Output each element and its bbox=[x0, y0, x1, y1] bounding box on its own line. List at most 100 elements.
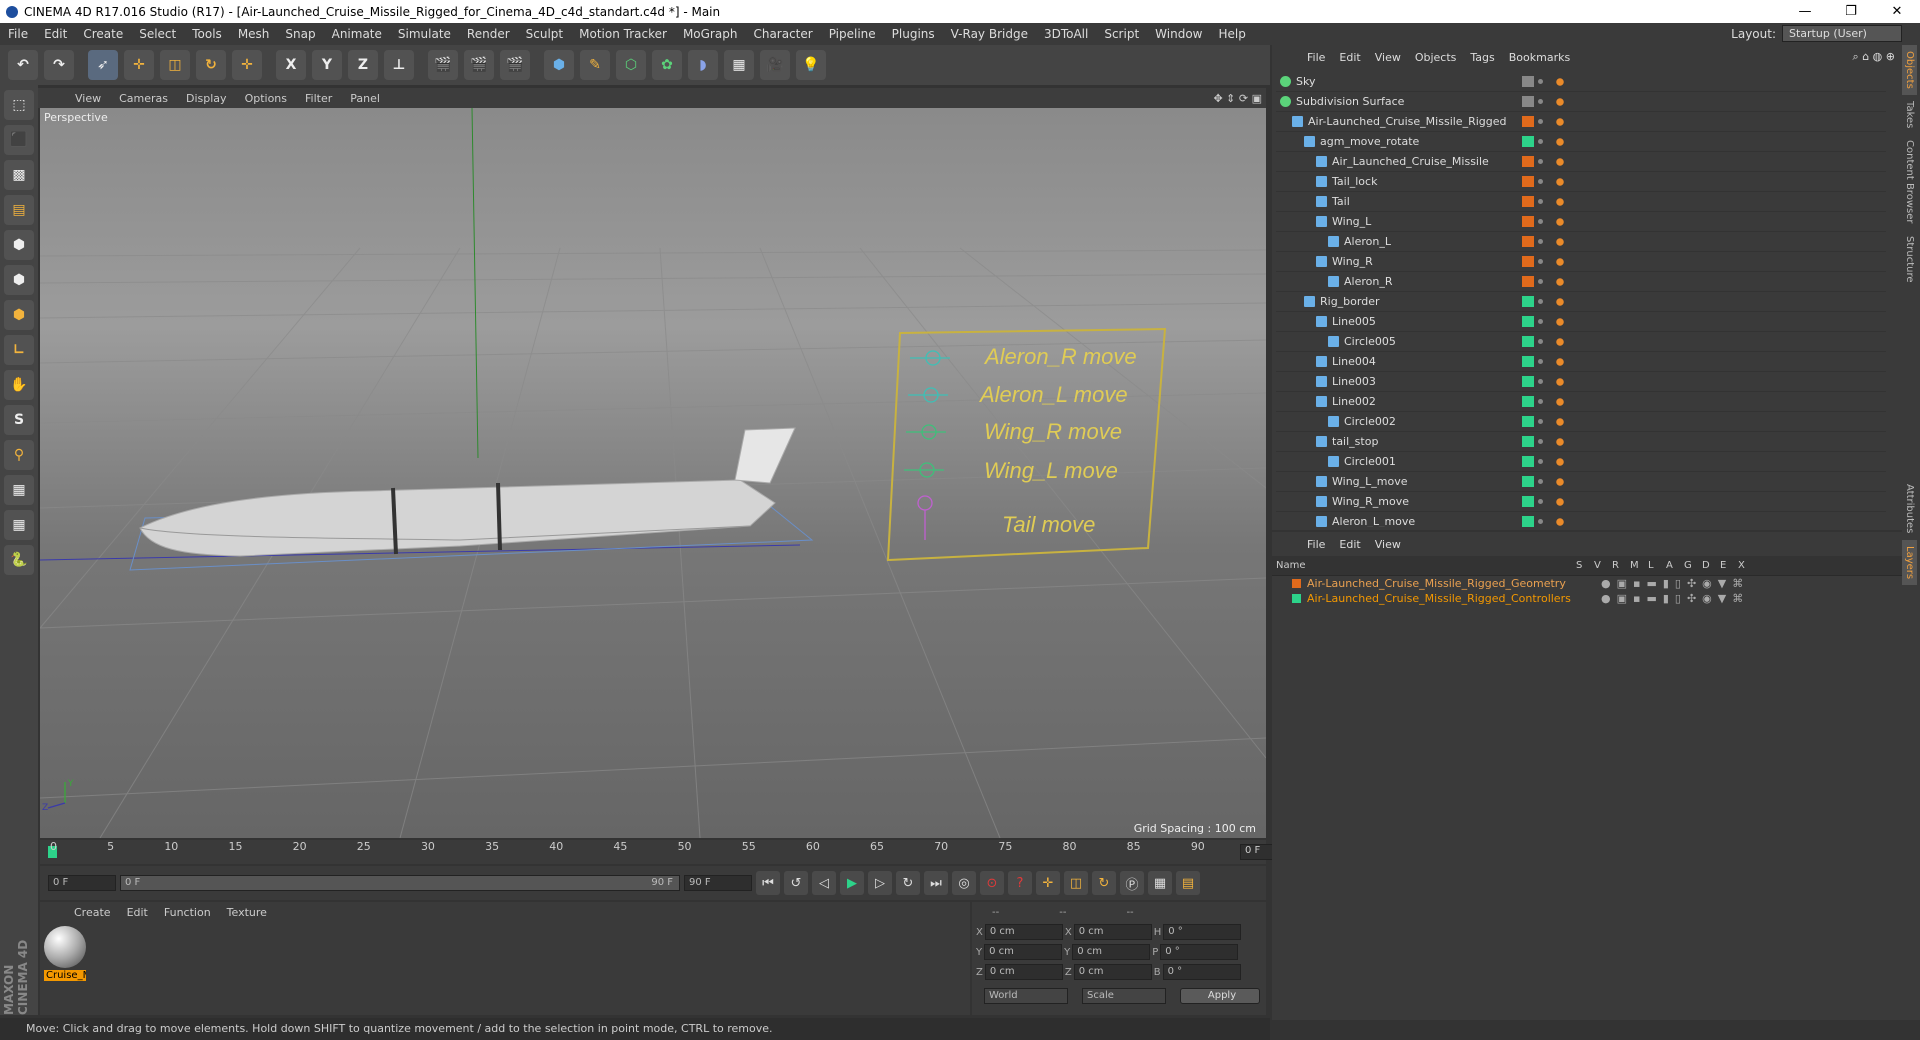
tab-structure[interactable]: Structure bbox=[1902, 230, 1917, 289]
menu-render[interactable]: Render bbox=[459, 27, 518, 41]
size-y-field[interactable]: 0 cm bbox=[1072, 944, 1151, 960]
layout-select[interactable]: Startup (User) bbox=[1782, 25, 1902, 42]
tab-takes[interactable]: Takes bbox=[1902, 95, 1917, 134]
tab-layers[interactable]: Layers bbox=[1902, 539, 1917, 585]
vp-menu-view[interactable]: View bbox=[66, 92, 110, 105]
polygons-mode-icon[interactable]: ⬢ bbox=[4, 300, 34, 330]
motion-record-icon[interactable]: ◎ bbox=[952, 871, 976, 895]
vp-menu-cameras[interactable]: Cameras bbox=[110, 92, 177, 105]
menu-help[interactable]: Help bbox=[1210, 27, 1253, 41]
model-mode-icon[interactable]: ⬛ bbox=[4, 125, 34, 155]
vp-menu-panel[interactable]: Panel bbox=[341, 92, 389, 105]
layer-color-swatch[interactable] bbox=[1522, 376, 1534, 387]
recent-tool-icon[interactable]: ✛ bbox=[232, 50, 262, 80]
material-swatch[interactable]: Cruise_M bbox=[44, 926, 86, 986]
rotate-tool-icon[interactable]: ↻ bbox=[196, 50, 226, 80]
layer-color-swatch[interactable] bbox=[1522, 76, 1534, 87]
key-scale-icon[interactable]: ◫ bbox=[1064, 871, 1088, 895]
visibility-dot-icon[interactable] bbox=[1538, 219, 1543, 224]
floor-icon[interactable]: ▦ bbox=[724, 50, 754, 80]
om-menu-bookmarks[interactable]: Bookmarks bbox=[1502, 51, 1577, 64]
constraint-tag-icon[interactable] bbox=[1553, 214, 1567, 229]
key-position-icon[interactable]: ✛ bbox=[1036, 871, 1060, 895]
rotation-b-field[interactable]: 0 ° bbox=[1162, 964, 1241, 980]
texture-mode-icon[interactable]: ▩ bbox=[4, 160, 34, 190]
grid-snap-icon[interactable]: ▦ bbox=[4, 510, 34, 540]
render-picture-viewer-icon[interactable]: 🎬 bbox=[464, 50, 494, 80]
object-row[interactable]: tail_stop bbox=[1276, 432, 1886, 452]
visibility-dot-icon[interactable] bbox=[1538, 379, 1543, 384]
move-tool-icon[interactable]: ✛ bbox=[124, 50, 154, 80]
tab-objects[interactable]: Objects bbox=[1902, 45, 1917, 95]
object-row[interactable]: Tail bbox=[1276, 192, 1886, 212]
constraint-tag-icon[interactable] bbox=[1553, 394, 1567, 409]
control-label-aleron-l[interactable]: Aleron_L move bbox=[978, 382, 1128, 407]
key-rotation-icon[interactable]: ↻ bbox=[1092, 871, 1116, 895]
om-search-icon[interactable]: ⌕ ⌂ ◍ ⊕ bbox=[1846, 50, 1902, 64]
constraint-tag-icon[interactable] bbox=[1553, 114, 1567, 129]
play-icon[interactable]: ▶ bbox=[840, 871, 864, 895]
mat-menu-edit[interactable]: Edit bbox=[119, 906, 156, 919]
lm-menu-view[interactable]: View bbox=[1368, 538, 1408, 551]
object-row[interactable]: Circle001 bbox=[1276, 452, 1886, 472]
undo-icon[interactable]: ↶ bbox=[8, 50, 38, 80]
layer-color-swatch[interactable] bbox=[1522, 96, 1534, 107]
layer-toggles[interactable]: ●▣▪▬▮▯✣◉▼⌘ bbox=[1601, 577, 1749, 590]
om-menu-file[interactable]: File bbox=[1300, 51, 1332, 64]
step-forward-icon[interactable]: ▷ bbox=[868, 871, 892, 895]
redo-icon[interactable]: ↷ bbox=[44, 50, 74, 80]
constraint-tag-icon[interactable] bbox=[1553, 94, 1567, 109]
constraint-tag-icon[interactable] bbox=[1553, 374, 1567, 389]
control-label-wing-l[interactable]: Wing_L move bbox=[984, 458, 1118, 483]
timeline-window-icon[interactable]: ▤ bbox=[1176, 871, 1200, 895]
layer-color-swatch[interactable] bbox=[1522, 336, 1534, 347]
python-icon[interactable]: 🐍 bbox=[4, 545, 34, 575]
snap-icon[interactable]: S bbox=[4, 405, 34, 435]
camera-icon[interactable]: 🎥 bbox=[760, 50, 790, 80]
menu-edit[interactable]: Edit bbox=[36, 27, 75, 41]
layer-color-swatch[interactable] bbox=[1522, 496, 1534, 507]
object-row[interactable]: Line003 bbox=[1276, 372, 1886, 392]
visibility-dot-icon[interactable] bbox=[1538, 279, 1543, 284]
layer-color-swatch[interactable] bbox=[1522, 256, 1534, 267]
cube-primitive-icon[interactable]: ⬢ bbox=[544, 50, 574, 80]
constraint-tag-icon[interactable] bbox=[1553, 74, 1567, 89]
visibility-dot-icon[interactable] bbox=[1538, 119, 1543, 124]
rotation-p-field[interactable]: 0 ° bbox=[1160, 944, 1239, 960]
constraint-tag-icon[interactable] bbox=[1553, 474, 1567, 489]
position-x-field[interactable]: 0 cm bbox=[984, 924, 1063, 940]
position-z-field[interactable]: 0 cm bbox=[984, 964, 1063, 980]
visibility-dot-icon[interactable] bbox=[1538, 419, 1543, 424]
points-mode-icon[interactable]: ⬢ bbox=[4, 230, 34, 260]
vp-menu-options[interactable]: Options bbox=[236, 92, 296, 105]
object-row[interactable]: Wing_R_move bbox=[1276, 492, 1886, 512]
constraint-tag-icon[interactable] bbox=[1553, 174, 1567, 189]
control-label-aleron-r[interactable]: Aleron_R move bbox=[983, 344, 1137, 369]
layer-color-swatch[interactable] bbox=[1522, 456, 1534, 467]
scale-tool-icon[interactable]: ◫ bbox=[160, 50, 190, 80]
select-tool-icon[interactable]: ➶ bbox=[88, 50, 118, 80]
menu-animate[interactable]: Animate bbox=[324, 27, 390, 41]
menu-file[interactable]: File bbox=[0, 27, 36, 41]
layer-color-swatch[interactable] bbox=[1292, 594, 1301, 603]
constraint-tag-icon[interactable] bbox=[1553, 154, 1567, 169]
z-axis-lock-button[interactable]: Z bbox=[348, 50, 378, 80]
timeline-ruler[interactable]: 0 5 10 15 20 25 30 35 40 45 50 55 60 65 … bbox=[40, 840, 1300, 864]
visibility-dot-icon[interactable] bbox=[1538, 79, 1543, 84]
control-label-tail[interactable]: Tail move bbox=[1002, 512, 1095, 537]
magnet-icon[interactable]: ⚲ bbox=[4, 440, 34, 470]
menu-script[interactable]: Script bbox=[1096, 27, 1147, 41]
position-y-field[interactable]: 0 cm bbox=[984, 944, 1063, 960]
tab-content-browser[interactable]: Content Browser bbox=[1902, 134, 1917, 229]
rotation-h-field[interactable]: 0 ° bbox=[1163, 924, 1242, 940]
x-axis-lock-button[interactable]: X bbox=[276, 50, 306, 80]
constraint-tag-icon[interactable] bbox=[1553, 294, 1567, 309]
constraint-tag-icon[interactable] bbox=[1553, 194, 1567, 209]
record-key-icon[interactable]: ⊙ bbox=[980, 871, 1004, 895]
layer-color-swatch[interactable] bbox=[1522, 316, 1534, 327]
layer-color-swatch[interactable] bbox=[1522, 436, 1534, 447]
viewport-nav-icons[interactable]: ✥ ⇕ ⟳ ▣ bbox=[1204, 92, 1266, 105]
visibility-dot-icon[interactable] bbox=[1538, 139, 1543, 144]
3d-viewport[interactable]: Perspective Aleron_R move Aleron_L move … bbox=[40, 108, 1266, 838]
visibility-dot-icon[interactable] bbox=[1538, 199, 1543, 204]
